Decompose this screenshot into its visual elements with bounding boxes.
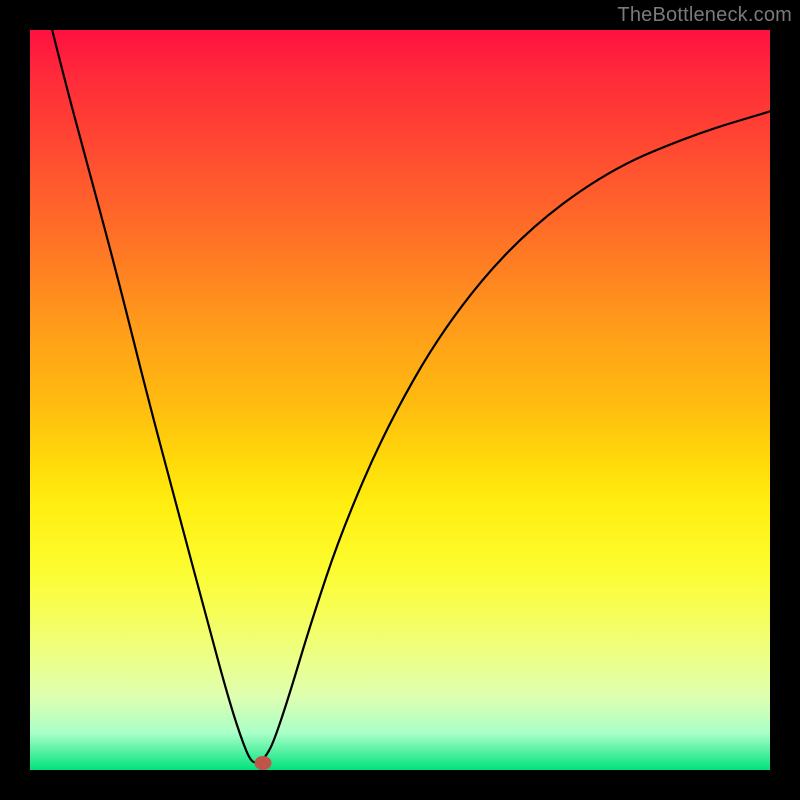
optimal-marker (255, 756, 272, 770)
watermark-text: TheBottleneck.com (617, 4, 792, 27)
bottleneck-curve (30, 30, 770, 770)
chart-frame: TheBottleneck.com (0, 0, 800, 800)
plot-area (30, 30, 770, 770)
